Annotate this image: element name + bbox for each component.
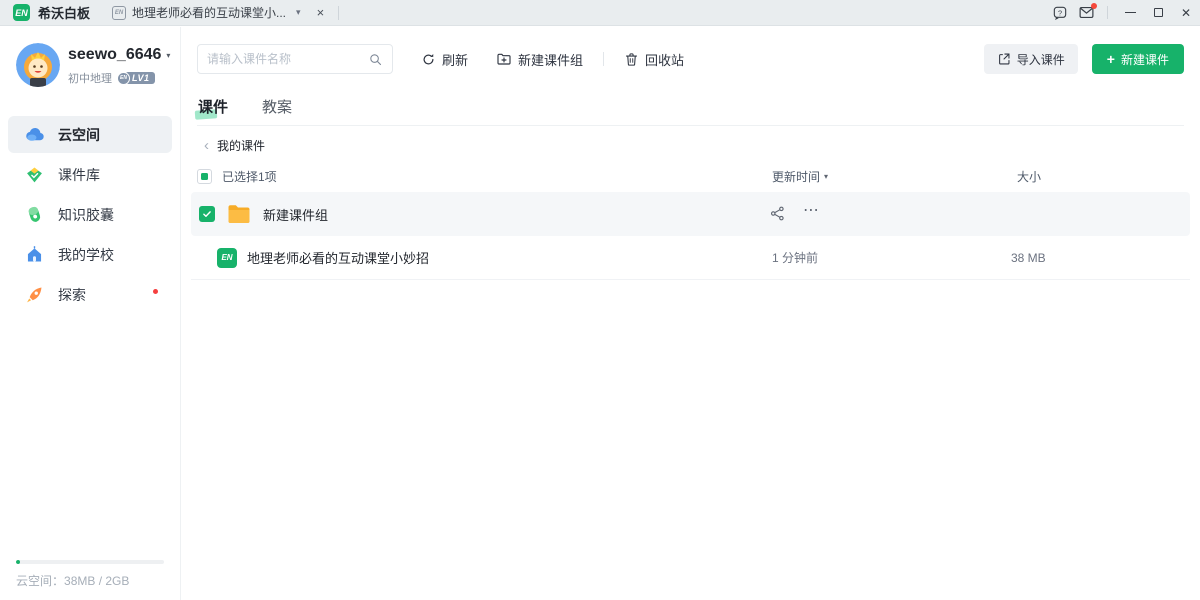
file-updated-time: 1 分钟前 xyxy=(772,249,818,266)
more-actions-button[interactable]: ⋯ xyxy=(803,200,820,220)
messages-button[interactable] xyxy=(1073,0,1099,26)
share-icon xyxy=(769,205,786,222)
sidebar-menu: 云空间 课件库 知识胶囊 xyxy=(8,116,172,316)
main-panel: 刷新 新建课件组 回收站 导入课件 xyxy=(182,27,1200,600)
toolbar: 刷新 新建课件组 回收站 导入课件 xyxy=(197,44,1184,74)
sidebar: seewo_6646 ▾ 初中地理 EN LV1 云空间 xyxy=(0,27,181,600)
new-folder-icon xyxy=(496,51,512,67)
maximize-button[interactable] xyxy=(1144,0,1172,26)
tab-divider xyxy=(338,6,339,20)
sidebar-item-knowledge-capsule[interactable]: 知识胶囊 xyxy=(8,196,172,233)
tabs-divider xyxy=(197,125,1184,126)
file-size: 38 MB xyxy=(1011,251,1046,265)
folder-icon xyxy=(227,204,251,225)
search-icon[interactable] xyxy=(368,52,383,67)
new-group-button[interactable]: 新建课件组 xyxy=(496,50,583,69)
chevron-left-icon[interactable]: ‹ xyxy=(204,138,209,153)
new-courseware-button[interactable]: + 新建课件 xyxy=(1092,44,1184,74)
badge-logo-icon: EN xyxy=(117,72,130,85)
search-input[interactable] xyxy=(207,52,368,66)
close-button[interactable]: ✕ xyxy=(1172,0,1200,26)
sidebar-item-label: 课件库 xyxy=(58,165,100,185)
sidebar-item-explore[interactable]: 探索 xyxy=(8,276,172,313)
selected-count: 已选择1项 xyxy=(222,168,277,185)
content-tabs: 课件 教案 xyxy=(198,96,292,117)
storage-label: 云空间： xyxy=(16,574,64,588)
sidebar-item-courseware-library[interactable]: 课件库 xyxy=(8,156,172,193)
plus-icon: + xyxy=(1107,52,1115,66)
toolbar-divider xyxy=(603,52,604,66)
refresh-button[interactable]: 刷新 xyxy=(421,50,468,69)
breadcrumb[interactable]: ‹ 我的课件 xyxy=(204,137,265,154)
school-icon xyxy=(24,244,45,265)
sidebar-item-cloud-space[interactable]: 云空间 xyxy=(8,116,172,153)
checkbox-indeterminate-mark xyxy=(201,173,208,180)
document-tab-title: 地理老师必看的互动课堂小... xyxy=(132,4,286,21)
svg-text:?: ? xyxy=(1058,8,1062,17)
profile-block: seewo_6646 ▾ 初中地理 EN LV1 xyxy=(16,43,170,87)
lion-mascot-avatar xyxy=(16,43,60,87)
minimize-button[interactable] xyxy=(1116,0,1144,26)
select-all-checkbox[interactable] xyxy=(197,169,212,184)
document-icon: EN xyxy=(112,6,126,20)
sidebar-item-my-school[interactable]: 我的学校 xyxy=(8,236,172,273)
storage-value: 38MB / 2GB xyxy=(64,574,129,588)
table-row-file[interactable]: EN 地理老师必看的互动课堂小妙招 1 分钟前 38 MB xyxy=(191,236,1190,280)
refresh-icon xyxy=(421,52,436,67)
storage-indicator: 云空间：38MB / 2GB xyxy=(16,560,164,589)
column-header-updated[interactable]: 更新时间 ▾ xyxy=(772,168,828,185)
tab-caret-icon[interactable]: ▾ xyxy=(296,7,301,18)
titlebar: EN 希沃白板 EN 地理老师必看的互动课堂小... ▾ × ? ✕ xyxy=(0,0,1200,26)
tab-courseware[interactable]: 课件 xyxy=(198,96,228,117)
sidebar-item-label: 云空间 xyxy=(58,125,100,145)
subject-label: 初中地理 xyxy=(68,70,112,86)
list-body: 新建课件组 ⋯ EN 地理老师必看的互动课堂小妙招 1 分钟前 38 MB xyxy=(191,192,1190,280)
recycle-bin-button[interactable]: 回收站 xyxy=(624,50,684,69)
close-icon: ✕ xyxy=(1181,6,1191,20)
window-controls-divider xyxy=(1107,6,1108,19)
folder-name[interactable]: 新建课件组 xyxy=(263,205,328,224)
maximize-icon xyxy=(1154,8,1163,17)
sidebar-item-label: 我的学校 xyxy=(58,245,114,265)
help-button[interactable]: ? xyxy=(1047,0,1073,26)
tab-lesson-plan[interactable]: 教案 xyxy=(262,96,292,117)
column-header-size: 大小 xyxy=(1017,168,1041,185)
app-logo-icon: EN xyxy=(13,4,30,21)
avatar[interactable] xyxy=(16,43,60,87)
username-caret-icon: ▾ xyxy=(166,51,170,60)
library-icon xyxy=(24,164,45,185)
tab-close-icon[interactable]: × xyxy=(317,5,325,20)
sort-caret-icon: ▾ xyxy=(824,172,828,181)
cloud-icon xyxy=(24,124,45,145)
notification-dot xyxy=(1091,3,1097,9)
app-name: 希沃白板 xyxy=(38,3,90,22)
level-badge: EN LV1 xyxy=(117,72,155,85)
check-icon xyxy=(202,209,212,219)
search-box[interactable] xyxy=(197,44,393,74)
import-icon xyxy=(997,52,1011,66)
help-icon: ? xyxy=(1052,5,1068,21)
explore-red-dot xyxy=(153,289,158,294)
rocket-icon xyxy=(24,284,45,305)
file-name[interactable]: 地理老师必看的互动课堂小妙招 xyxy=(247,248,429,267)
list-header: 已选择1项 更新时间 ▾ 大小 xyxy=(197,163,1184,189)
courseware-file-icon: EN xyxy=(217,248,237,268)
sidebar-item-label: 知识胶囊 xyxy=(58,205,114,225)
table-row-folder[interactable]: 新建课件组 ⋯ xyxy=(191,192,1190,236)
breadcrumb-label[interactable]: 我的课件 xyxy=(217,137,265,154)
storage-bar xyxy=(16,560,164,564)
capsule-icon xyxy=(24,204,45,225)
share-button[interactable] xyxy=(769,205,786,227)
trash-icon xyxy=(624,52,639,67)
storage-bar-fill xyxy=(16,560,20,564)
import-courseware-button[interactable]: 导入课件 xyxy=(984,44,1078,74)
sidebar-item-label: 探索 xyxy=(58,285,86,305)
document-tab[interactable]: EN 地理老师必看的互动课堂小... ▾ × xyxy=(112,0,324,26)
row-checkbox-checked[interactable] xyxy=(199,206,215,222)
username[interactable]: seewo_6646 ▾ xyxy=(68,46,170,64)
minimize-icon xyxy=(1125,12,1136,13)
